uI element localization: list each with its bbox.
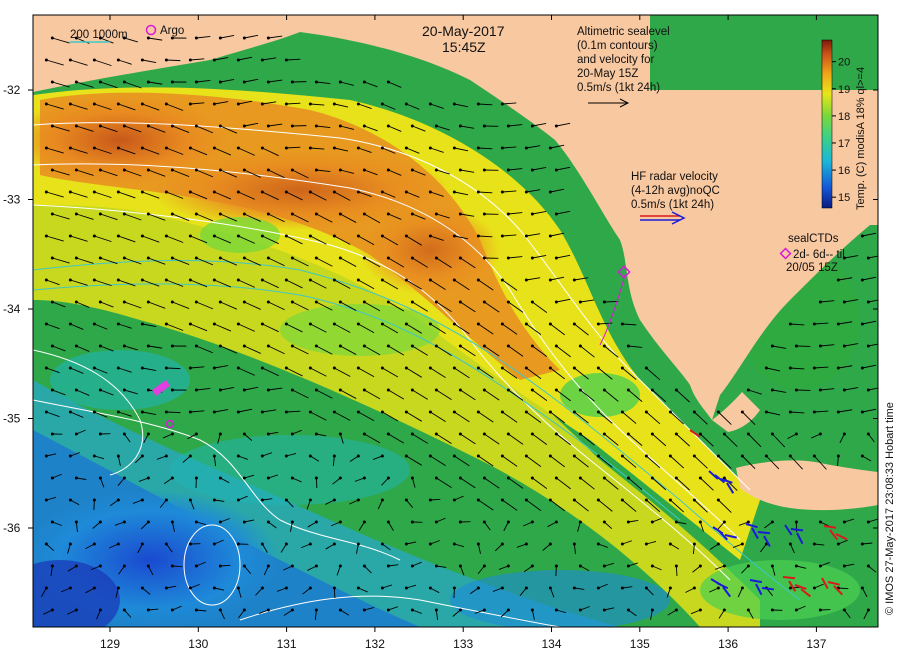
velocity-arrow — [604, 301, 619, 303]
teal-patch — [450, 570, 670, 627]
colorbar-tick-label: 19 — [838, 84, 850, 96]
credit-text: © IMOS 27-May-2017 23:08:33 Hobart time — [884, 402, 896, 615]
hf-radar-vector — [757, 531, 771, 535]
altimetry-line-4: 20-May 15Z — [577, 68, 638, 80]
colorbar-tick-label: 15 — [838, 192, 850, 204]
velocity-arrow — [166, 367, 181, 370]
colorbar-tick-label: 16 — [838, 165, 850, 177]
velocity-arrow — [166, 411, 181, 414]
y-tick-label: -34 — [3, 302, 21, 316]
velocity-arrow — [315, 477, 318, 489]
sst-map: 200 1000m Argo 20-May-2017 15:45Z Altime… — [3, 14, 896, 651]
colorbar-gradient — [821, 39, 833, 209]
seal-ctd-annotation: sealCTDs 2d- 6d-- til 20/05 15Z — [779, 233, 845, 274]
altimetry-line-1: Altimetric sealevel — [577, 26, 670, 38]
isobath-legend-label: 200 1000m — [70, 29, 128, 41]
x-tick-label: 129 — [100, 637, 120, 651]
x-tick-label: 136 — [718, 637, 738, 651]
warm-core — [360, 205, 500, 295]
seal-ctd-line-3: 20/05 15Z — [786, 262, 838, 274]
y-tick-label: -36 — [3, 521, 21, 535]
velocity-arrow — [166, 59, 181, 62]
y-tick-label: -32 — [3, 83, 21, 97]
x-tick-label: 132 — [365, 637, 385, 651]
x-tick-label: 135 — [630, 637, 650, 651]
y-tick-label: -33 — [3, 193, 21, 207]
colorbar-tick-label: 17 — [838, 138, 850, 150]
x-tick-label: 137 — [806, 637, 826, 651]
title-time: 15:45Z — [442, 39, 486, 55]
x-tick-label: 134 — [541, 637, 561, 651]
argo-legend-label: Argo — [160, 25, 184, 37]
colorbar-label: Temp. (C) modisA 18% ql>=4 — [855, 67, 867, 210]
title-date: 20-May-2017 — [422, 23, 505, 39]
seal-ctd-line-1: sealCTDs — [788, 233, 839, 245]
x-tick-label: 133 — [453, 637, 473, 651]
teal-patch — [50, 350, 190, 410]
velocity-arrow — [333, 587, 336, 599]
x-tick-label: 130 — [188, 637, 208, 651]
y-tick-label: -35 — [3, 412, 21, 426]
hf-radar-vector — [782, 576, 796, 580]
altimetry-line-2: (0.1m contours) — [577, 40, 658, 52]
altimetry-line-3: and velocity for — [577, 54, 655, 66]
hf-radar-line-3: 0.5m/s (1kt 24h) — [631, 199, 714, 211]
velocity-arrow — [675, 565, 678, 577]
altimetry-line-5: 0.5m/s (1kt 24h) — [577, 82, 660, 94]
cold-patch — [33, 560, 120, 627]
hf-radar-line-2: (4-12h avg)noQC — [631, 185, 720, 197]
colorbar-tick-label: 18 — [838, 111, 850, 123]
hf-radar-line-1: HF radar velocity — [631, 171, 718, 183]
seal-ctd-line-2: 2d- 6d-- til — [793, 249, 845, 261]
colorbar-tick-label: 20 — [838, 57, 850, 69]
teal-patch — [170, 435, 410, 505]
hf-radar-vector — [790, 528, 804, 532]
x-tick-label: 131 — [277, 637, 297, 651]
